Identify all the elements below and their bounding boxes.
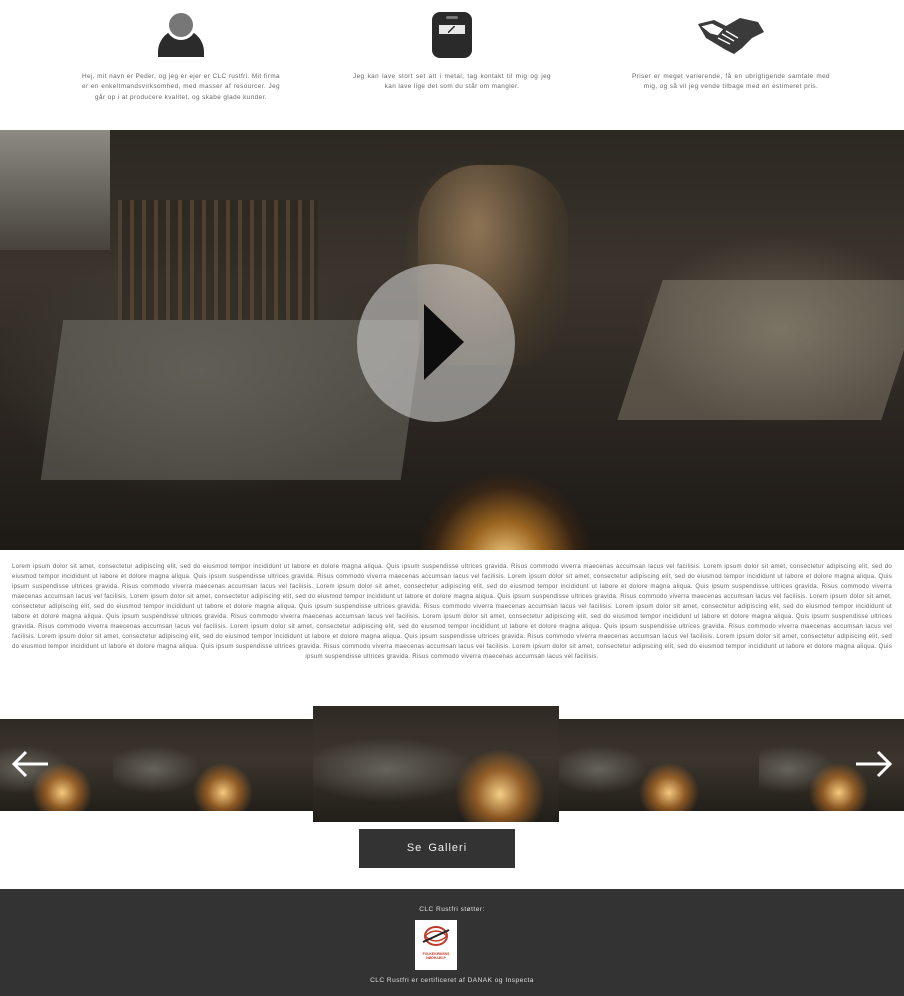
footer: CLC Rustfri støtter: FOLKEKIRKENS NØDHJÆ…	[0, 889, 904, 996]
gallery-thumb[interactable]	[559, 719, 759, 811]
see-gallery-button[interactable]: Se Galleri	[359, 829, 515, 868]
feature-pricing-text: Priser er meget varierende, få en ubrigt…	[632, 73, 830, 91]
footer-cert-text: CLC Rustfri er certificeret af DANAK og …	[370, 977, 534, 984]
arrow-right-icon[interactable]	[854, 748, 894, 780]
features-section: Hej, mit navn er Peder, og jeg er ejer e…	[0, 0, 904, 130]
person-icon	[66, 10, 296, 72]
charity-logo-icon	[422, 926, 450, 946]
charity-logo[interactable]: FOLKEKIRKENS NØDHJÆLP	[415, 920, 457, 970]
welding-mask-icon	[337, 10, 567, 72]
gallery-carousel	[0, 706, 904, 824]
play-icon	[424, 304, 464, 380]
charity-logo-text: FOLKEKIRKENS NØDHJÆLP	[422, 952, 450, 960]
hero-video[interactable]	[0, 130, 904, 550]
gallery-thumb[interactable]	[113, 719, 313, 811]
hero-bg-window	[0, 130, 110, 250]
footer-supports-text: CLC Rustfri støtter:	[419, 906, 485, 913]
play-button[interactable]	[357, 264, 515, 422]
feature-pricing: Priser er meget varierende, få en ubrigt…	[616, 0, 846, 93]
hero-bg-tools	[118, 200, 318, 320]
gallery-thumb-active[interactable]	[313, 706, 559, 822]
feature-capabilities: Jeg kan lave stort set alt i metal, tag …	[337, 0, 567, 93]
body-text: Lorem ipsum dolor sit amet, consectetur …	[12, 563, 892, 661]
feature-about: Hej, mit navn er Peder, og jeg er ejer e…	[66, 0, 296, 103]
handshake-icon	[616, 10, 846, 72]
hero-bg-bench	[617, 280, 904, 420]
feature-about-text: Hej, mit navn er Peder, og jeg er ejer e…	[82, 73, 280, 101]
feature-capabilities-text: Jeg kan lave stort set alt i metal, tag …	[353, 73, 551, 91]
arrow-left-icon[interactable]	[10, 748, 50, 780]
